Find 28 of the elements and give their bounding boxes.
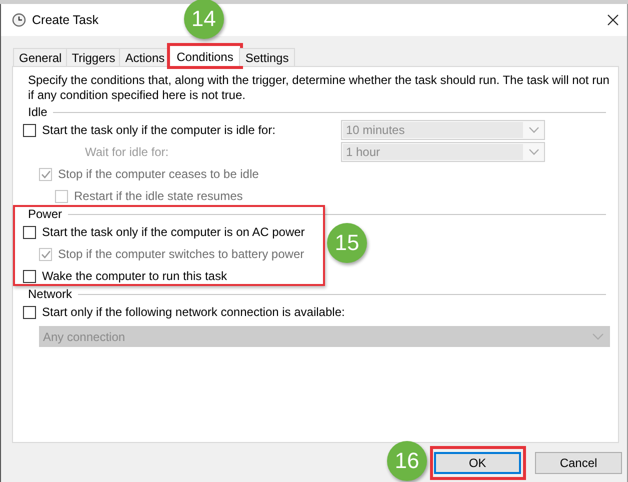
- step-badge: 14: [184, 0, 224, 39]
- chevron-icon: [592, 332, 604, 340]
- tab[interactable]: Settings: [239, 48, 295, 66]
- step-badge: 15: [327, 223, 367, 263]
- section-title: Idle: [28, 105, 48, 119]
- checkbox[interactable]: [23, 270, 36, 282]
- checkbox[interactable]: [23, 306, 36, 318]
- section-title: Network: [28, 287, 72, 301]
- tab[interactable]: Triggers: [66, 48, 122, 66]
- tab[interactable]: General: [13, 48, 68, 66]
- chevron-icon: [529, 127, 539, 133]
- checkbox-label[interactable]: Wake the computer to run this task: [42, 269, 227, 283]
- description-text: Specify the conditions that, along with the trigger, determine whether the task should run. The task will not run if any condition specified here is not true.: [28, 73, 610, 103]
- checkbox[interactable]: [23, 226, 36, 238]
- step-badge: 16: [387, 441, 427, 481]
- checkbox-label[interactable]: Start only if the following network connection is available:: [42, 305, 345, 319]
- chevron-icon: [529, 149, 539, 155]
- clock-icon: [12, 13, 26, 27]
- checkbox-label[interactable]: Start the task only if the computer is on AC power: [42, 225, 305, 239]
- checkbox-label[interactable]: Start the task only if the computer is idle for:: [42, 123, 276, 137]
- field-label: Wait for idle for:: [84, 145, 169, 159]
- checkbox[interactable]: [23, 124, 36, 136]
- close-icon[interactable]: [607, 14, 619, 26]
- dialog-button[interactable]: OK: [434, 452, 521, 474]
- window-title: Create Task: [32, 13, 98, 27]
- tab[interactable]: Conditions: [168, 45, 242, 67]
- dialog-button[interactable]: Cancel: [535, 452, 622, 474]
- section-title: Power: [28, 207, 62, 221]
